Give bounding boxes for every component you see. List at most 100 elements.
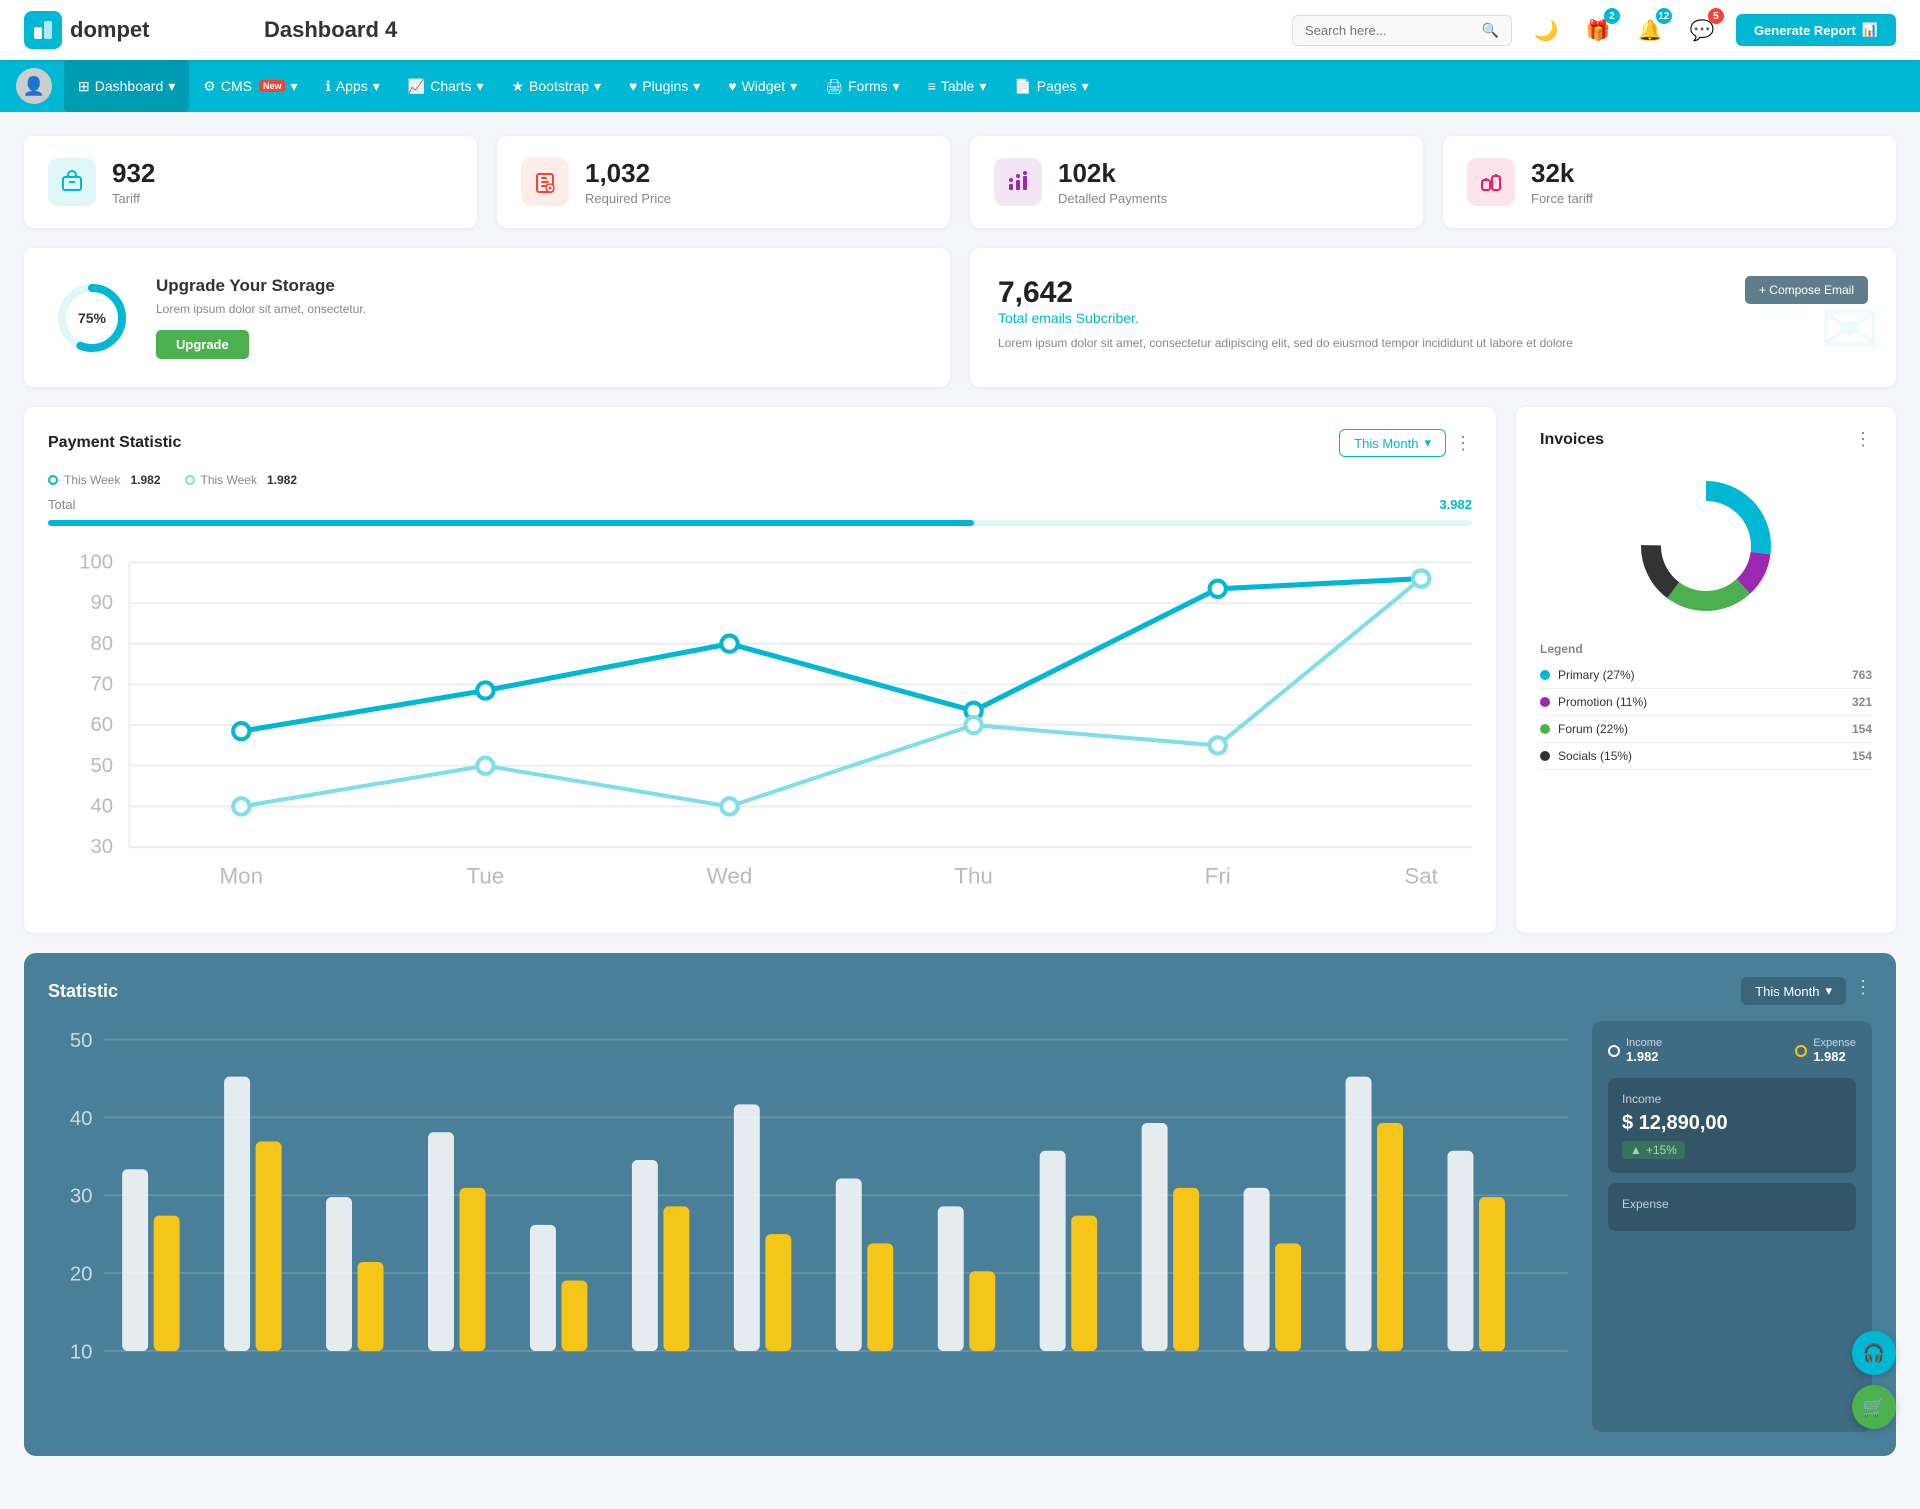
- upgrade-button[interactable]: Upgrade: [156, 330, 249, 359]
- inv-legend-left-0: Primary (27%): [1540, 668, 1635, 682]
- nav-item-cms[interactable]: ⚙ CMS New ▾: [189, 60, 311, 112]
- statistic-more-icon[interactable]: ⋮: [1854, 977, 1872, 1005]
- search-box[interactable]: 🔍: [1292, 15, 1512, 46]
- expense-legend-info: Expense 1.982: [1813, 1037, 1856, 1064]
- svg-text:50: 50: [70, 1030, 93, 1052]
- payment-progress-bar: [48, 520, 1472, 526]
- chevron-down-icon-plugins: ▾: [693, 78, 700, 95]
- nav-item-widget[interactable]: ♥ Widget ▾: [714, 60, 811, 112]
- inv-count-socials: 154: [1852, 749, 1872, 763]
- stat-card-tariff: 932 Tariff: [24, 136, 477, 228]
- nav-label-apps: Apps: [336, 78, 368, 94]
- chevron-down-icon-pages: ▾: [1082, 78, 1089, 95]
- nav-label-charts: Charts: [430, 78, 471, 94]
- pages-icon: 📄: [1014, 78, 1031, 95]
- legend-value-1: 1.982: [130, 473, 160, 487]
- inv-count-primary: 763: [1852, 668, 1872, 682]
- inv-legend-item-0: Primary (27%) 763: [1540, 662, 1872, 689]
- income-pct-badge: ▲ +15%: [1622, 1141, 1685, 1159]
- chart-icon: 📊: [1862, 22, 1878, 38]
- nav-item-dashboard[interactable]: ⊞ Dashboard ▾: [64, 60, 189, 112]
- stat-label-tariff: Tariff: [112, 191, 155, 206]
- chevron-down-icon-cms: ▾: [290, 78, 297, 95]
- chevron-down-icon: ▾: [168, 78, 175, 95]
- storage-title: Upgrade Your Storage: [156, 276, 366, 296]
- nav-item-bootstrap[interactable]: ★ Bootstrap ▾: [497, 60, 615, 112]
- more-options-icon[interactable]: ⋮: [1454, 433, 1472, 454]
- search-input[interactable]: [1305, 23, 1474, 38]
- expense-legend-item: Expense 1.982: [1795, 1037, 1856, 1064]
- header-right: 🔍 🌙 🎁 2 🔔 12 💬 5 Generate Report 📊: [1292, 12, 1896, 48]
- inv-dot-promotion: [1540, 697, 1550, 707]
- svg-text:50: 50: [90, 755, 113, 777]
- bell-btn[interactable]: 🔔 12: [1632, 12, 1668, 48]
- stat-right-panel: Income 1.982 Expense 1.982 Income $: [1592, 1021, 1872, 1432]
- search-icon: 🔍: [1482, 22, 1499, 39]
- nav-item-pages[interactable]: 📄 Pages ▾: [1000, 60, 1102, 112]
- income-legend-dot: [1608, 1045, 1620, 1057]
- invoices-legend: Legend Primary (27%) 763 Promotion (11%)…: [1540, 642, 1872, 770]
- header: dompet Dashboard 4 🔍 🌙 🎁 2 🔔 12 💬 5 Gene…: [0, 0, 1920, 60]
- chevron-down-icon-forms: ▾: [893, 78, 900, 95]
- dark-mode-btn[interactable]: 🌙: [1528, 12, 1564, 48]
- gift-badge: 2: [1604, 8, 1620, 24]
- logo-icon: [24, 11, 62, 49]
- income-box: Income $ 12,890,00 ▲ +15%: [1608, 1078, 1856, 1173]
- table-icon: ≡: [928, 78, 936, 94]
- email-card: 7,642 Total emails Subcriber. Lorem ipsu…: [970, 248, 1896, 387]
- svg-text:Wed: Wed: [707, 864, 753, 889]
- legend-label-2: This Week: [201, 473, 257, 487]
- nav-label-table: Table: [941, 78, 974, 94]
- stat-label-price: Required Price: [585, 191, 671, 206]
- inv-label-socials: Socials (15%): [1558, 749, 1632, 763]
- email-subtitle: Total emails Subcriber.: [998, 310, 1573, 326]
- gift-btn[interactable]: 🎁 2: [1580, 12, 1616, 48]
- svg-text:40: 40: [90, 796, 113, 818]
- svg-text:Thu: Thu: [954, 864, 993, 889]
- nav-item-plugins[interactable]: ♥ Plugins ▾: [615, 60, 714, 112]
- statistic-chart-area: 50 40 30 20 10: [48, 1021, 1872, 1432]
- stat-value-price: 1,032: [585, 158, 671, 189]
- stat-info-force: 32k Force tariff: [1531, 158, 1593, 206]
- svg-text:40: 40: [70, 1108, 93, 1130]
- statistic-header: Statistic This Month ▾ ⋮: [48, 977, 1872, 1005]
- invoices-more-icon[interactable]: ⋮: [1854, 429, 1872, 450]
- up-arrow-icon: ▲: [1630, 1143, 1642, 1157]
- nav-item-charts[interactable]: 📈 Charts ▾: [394, 60, 498, 112]
- nav-item-table[interactable]: ≡ Table ▾: [914, 60, 1001, 112]
- logo-area: dompet: [24, 11, 224, 49]
- logo-text: dompet: [70, 17, 149, 43]
- forms-icon: 🖨: [825, 78, 843, 95]
- float-headset-button[interactable]: 🎧: [1852, 1331, 1896, 1375]
- payment-filter-button[interactable]: This Month ▾: [1339, 429, 1446, 457]
- inv-legend-left-3: Socials (15%): [1540, 749, 1632, 763]
- inv-dot-socials: [1540, 751, 1550, 761]
- bar-chart-wrap: 50 40 30 20 10: [48, 1021, 1568, 1432]
- inv-count-forum: 154: [1852, 722, 1872, 736]
- chevron-down-icon-bootstrap: ▾: [594, 78, 601, 95]
- storage-donut: 75%: [52, 278, 132, 358]
- payments-icon: [994, 158, 1042, 206]
- svg-text:Mon: Mon: [220, 864, 264, 889]
- nav-item-forms[interactable]: 🖨 Forms ▾: [811, 60, 913, 112]
- expense-box-label: Expense: [1622, 1197, 1842, 1211]
- nav-item-apps[interactable]: ℹ Apps ▾: [312, 60, 394, 112]
- legend-label-1: This Week: [64, 473, 120, 487]
- inv-legend-item-3: Socials (15%) 154: [1540, 743, 1872, 770]
- float-cart-button[interactable]: 🛒: [1852, 1385, 1896, 1429]
- legend-dot-1: [48, 475, 58, 485]
- statistic-section: Statistic This Month ▾ ⋮ 50: [24, 953, 1896, 1456]
- float-buttons: 🎧 🛒: [1852, 1331, 1896, 1429]
- svg-text:20: 20: [70, 1264, 93, 1286]
- generate-report-button[interactable]: Generate Report 📊: [1736, 14, 1896, 46]
- new-badge: New: [259, 80, 286, 92]
- widget-icon: ♥: [728, 78, 736, 94]
- svg-text:10: 10: [70, 1342, 93, 1364]
- navbar: 👤 ⊞ Dashboard ▾ ⚙ CMS New ▾ ℹ Apps ▾ 📈 C…: [0, 60, 1920, 112]
- chat-btn[interactable]: 💬 5: [1684, 12, 1720, 48]
- bootstrap-icon: ★: [511, 78, 524, 95]
- income-box-label: Income: [1622, 1092, 1842, 1106]
- statistic-filter-button[interactable]: This Month ▾: [1741, 977, 1846, 1005]
- inv-label-forum: Forum (22%): [1558, 722, 1628, 736]
- stat-card-force: 32k Force tariff: [1443, 136, 1896, 228]
